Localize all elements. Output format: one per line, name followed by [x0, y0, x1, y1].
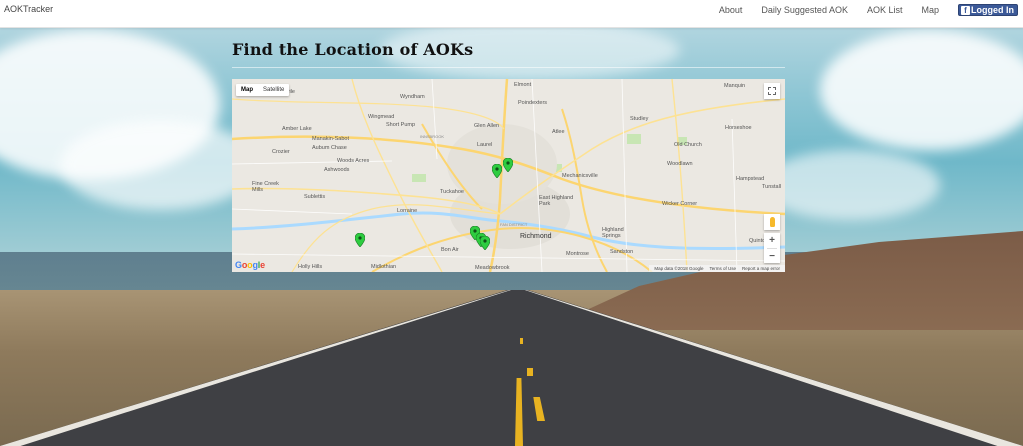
map-type-satellite-button[interactable]: Satellite	[258, 84, 289, 96]
map-label: Atlee	[552, 129, 565, 135]
map-label: Elmont	[514, 82, 532, 88]
map-label: Wingmead	[368, 114, 395, 120]
map-label: Crozier	[272, 149, 290, 155]
aok-marker-pin[interactable]	[355, 233, 365, 247]
map-label: Sandston	[610, 249, 634, 255]
map-label: Wyndham	[400, 94, 425, 100]
map-labels: Olivile Wyndham Elmont Manquin Poindexte…	[232, 79, 785, 272]
map-label: Glen Allen	[474, 123, 500, 129]
map-label: Woodlawn	[667, 161, 693, 167]
street-view-pegman[interactable]	[764, 214, 780, 230]
map-label: FAN DISTRICT	[500, 222, 528, 227]
title-divider	[232, 67, 785, 68]
map-type-control: Map Satellite	[236, 84, 290, 96]
aok-marker-pin[interactable]	[503, 158, 513, 172]
fullscreen-icon	[768, 87, 771, 90]
aok-marker-pin[interactable]	[492, 164, 502, 178]
google-logo[interactable]: Google	[235, 260, 265, 270]
nav-links: About Daily Suggested AOK AOK List Map f…	[719, 0, 1023, 20]
map-label: Midlothian	[371, 264, 397, 270]
zoom-in-button[interactable]: +	[764, 233, 780, 248]
map-label: Mechanicsville	[562, 173, 598, 179]
map-label: Poindexters	[518, 100, 548, 106]
map-label: Manakin-Sabot	[312, 136, 349, 142]
map-label: Bon Air	[441, 247, 459, 253]
map-label: Fine Creek Mills	[252, 181, 279, 193]
nav-daily-suggested-aok[interactable]: Daily Suggested AOK	[761, 5, 848, 15]
map-label: Meadowbrook	[475, 265, 510, 271]
cloud	[760, 150, 940, 220]
nav-about[interactable]: About	[719, 5, 743, 15]
map-type-map-button[interactable]: Map	[236, 84, 258, 96]
logged-in-label: Logged In	[971, 5, 1014, 15]
map-label: Laurel	[477, 142, 493, 148]
fullscreen-icon	[768, 92, 771, 95]
navbar: AOKTracker About Daily Suggested AOK AOK…	[0, 0, 1023, 28]
map-label: East Highland Park	[539, 195, 574, 207]
map-label: Sublettis	[304, 194, 326, 200]
map-label: Amber Lake	[282, 126, 312, 132]
map-label: Lorraine	[397, 208, 418, 214]
map-label: Tuckahoe	[440, 189, 464, 195]
fullscreen-icon	[773, 87, 776, 90]
map-label: Aubum Chase	[312, 145, 347, 151]
map-label: Old Church	[674, 142, 702, 148]
fullscreen-icon	[773, 92, 776, 95]
map-label: Horseshoe	[725, 125, 752, 131]
map-label: Ashwoods	[324, 167, 350, 173]
map-label: Hampstead	[736, 176, 765, 182]
map-label: Montrose	[566, 251, 589, 257]
cloud	[60, 120, 260, 210]
map-label: Tunstall	[762, 184, 782, 190]
map-label: Holly Hills	[298, 264, 323, 270]
road-dash	[527, 368, 533, 376]
logged-in-button[interactable]: f Logged In	[958, 4, 1018, 16]
zoom-out-button[interactable]: −	[764, 249, 780, 264]
page-title: Find the Location of AOKs	[232, 40, 474, 59]
brand-link[interactable]: AOKTracker	[4, 4, 53, 14]
fullscreen-button[interactable]	[764, 83, 780, 99]
nav-aok-list[interactable]: AOK List	[867, 5, 903, 15]
map-data-credit: Map data ©2018 Google	[654, 266, 704, 271]
zoom-control: + −	[764, 233, 780, 263]
aok-marker-pin[interactable]	[480, 236, 490, 250]
aok-map[interactable]: Olivile Wyndham Elmont Manquin Poindexte…	[232, 79, 785, 272]
map-label: Manquin	[724, 83, 746, 89]
road-dash	[520, 338, 523, 344]
map-label: INNSBROOK	[420, 134, 445, 139]
map-label: Studley	[630, 116, 649, 122]
map-label: Woods Acres	[337, 158, 370, 164]
report-map-error-link[interactable]: Report a map error	[742, 266, 780, 271]
pegman-icon	[769, 217, 775, 227]
map-attribution: Map data ©2018 Google Terms of Use Repor…	[649, 265, 785, 272]
map-label: Highland Springs	[602, 227, 624, 239]
facebook-icon: f	[961, 5, 970, 15]
terms-of-use-link[interactable]: Terms of Use	[709, 266, 736, 271]
map-label: Wicker Corner	[662, 201, 698, 207]
nav-map[interactable]: Map	[921, 5, 939, 15]
map-label-city: Richmond	[520, 233, 552, 240]
map-label: Short Pump	[386, 122, 416, 128]
